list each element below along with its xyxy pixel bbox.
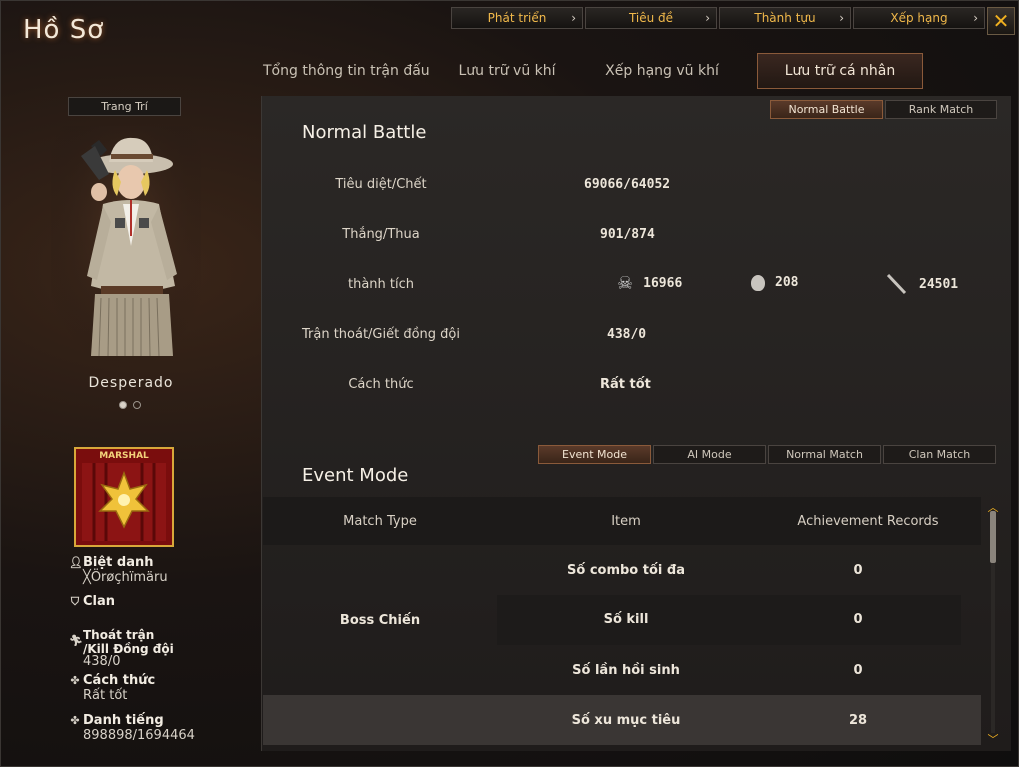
quit-label-line1: Thoát trận (83, 628, 155, 642)
knife-value: 24501 (919, 276, 959, 292)
reputation-label: Danh tiếng (83, 713, 164, 728)
tab-personal-archive[interactable]: Lưu trữ cá nhân (757, 53, 923, 89)
knife-stat: 24501 (885, 273, 958, 295)
chevron-down-icon[interactable]: ﹀ (987, 731, 999, 747)
grenade-value: 208 (775, 274, 799, 290)
table-row: Số combo tối đa 0 (263, 545, 981, 595)
nav-label: Phát triển (487, 11, 547, 25)
achievement-label: thành tích (347, 277, 414, 292)
scroll-thumb[interactable] (990, 511, 996, 563)
running-icon: 🏃︎ (69, 634, 83, 647)
match-type-cell: Boss Chiến (339, 612, 421, 628)
character-pager (119, 401, 141, 409)
nickname-label: Biệt danh (83, 555, 154, 570)
clan-match-button[interactable]: Clan Match (883, 445, 996, 464)
user-icon: 👤︎ (69, 556, 83, 569)
record-cell: 0 (853, 562, 863, 578)
tab-weapon-archive[interactable]: Lưu trữ vũ khí (447, 53, 567, 89)
pager-dot-active[interactable] (119, 401, 127, 409)
record-cell: 0 (853, 662, 863, 678)
column-achievement-records: Achievement Records (797, 513, 939, 529)
manner-stat-value: Rất tốt (600, 377, 651, 392)
item-cell: Số kill (497, 595, 755, 645)
reputation-value: 898898/1694464 (83, 728, 195, 743)
clover-icon: ✤ (70, 714, 80, 727)
main-tabs: Tổng thông tin trận đấu Lưu trữ vũ khí X… (257, 53, 923, 89)
event-mode-switch: Event Mode AI Mode Normal Match Clan Mat… (538, 445, 996, 464)
nav-development-button[interactable]: Phát triển › (451, 7, 583, 29)
profile-window: Hồ Sơ Phát triển › Tiêu đề › Thành tựu ›… (0, 0, 1019, 767)
normal-battle-button[interactable]: Normal Battle (770, 100, 883, 119)
rank-match-button[interactable]: Rank Match (885, 100, 997, 119)
manner-value: Rất tốt (83, 688, 128, 703)
quit-value: 438/0 (83, 654, 121, 669)
kd-value: 69066/64052 (584, 177, 671, 192)
manner-block: ✤ Cách thức Rất tốt (69, 673, 155, 703)
record-cell: 0 (755, 595, 961, 645)
tab-match-overview[interactable]: Tổng thông tin trận đấu (257, 53, 447, 89)
nav-achievement-button[interactable]: Thành tựu › (719, 7, 851, 29)
manner-label: Cách thức (83, 673, 156, 688)
wl-value: 901/874 (600, 227, 655, 242)
quit-teamkill-value: 438/0 (607, 327, 647, 342)
nickname-value: ╳Örøçhïmäru (83, 570, 168, 585)
star-rank-icon (82, 463, 166, 541)
character-name: Desperado (88, 375, 174, 391)
decor-button[interactable]: Trang Trí (68, 97, 181, 116)
item-cell: Số combo tối đa (567, 562, 685, 578)
close-button[interactable]: ✕ (987, 7, 1015, 35)
nav-title-button[interactable]: Tiêu đề › (585, 7, 717, 29)
shield-icon: ⛉ (70, 594, 80, 608)
quit-teamkill-label: Trận thoát/Giết đồng đội (301, 327, 460, 342)
window-title: Hồ Sơ (23, 15, 105, 45)
item-cell: Số xu mục tiêu (571, 712, 681, 728)
headshot-value: 16966 (643, 276, 683, 291)
event-mode-button[interactable]: Event Mode (538, 445, 651, 464)
grenade-stat: 208 (751, 273, 798, 291)
headshot-stat: ☠ 16966 (617, 273, 682, 294)
skull-icon: ☠ (617, 273, 634, 294)
chevron-right-icon: › (973, 11, 978, 25)
clan-label: Clan (83, 594, 116, 609)
nav-label: Tiêu đề (628, 11, 674, 25)
table-scrollbar[interactable]: ︿ ﹀ (987, 499, 999, 747)
chevron-right-icon: › (571, 11, 576, 25)
chevron-right-icon: › (839, 11, 844, 25)
normal-battle-title: Normal Battle (302, 122, 427, 143)
table-row: Số lần hồi sinh 0 (263, 645, 981, 695)
rank-badge: MARSHAL (74, 447, 174, 547)
reputation-block: ✤ Danh tiếng 898898/1694464 (69, 713, 195, 743)
record-cell: 28 (848, 712, 868, 728)
tab-weapon-ranking[interactable]: Xếp hạng vũ khí (567, 53, 757, 89)
battle-mode-switch: Normal Battle Rank Match (770, 100, 997, 119)
nav-label: Xếp hạng (890, 11, 948, 25)
ai-mode-button[interactable]: AI Mode (653, 445, 766, 464)
quit-block: 🏃︎ Thoát trận/Kill Đồng đội 438/0 (69, 628, 174, 668)
normal-match-button[interactable]: Normal Match (768, 445, 881, 464)
nickname-block: 👤︎ Biệt danh ╳Örøçhïmäru (69, 555, 168, 585)
chevron-right-icon: › (705, 11, 710, 25)
clan-block: ⛉ Clan (69, 594, 115, 609)
column-match-type: Match Type (343, 513, 417, 529)
table-row-highlighted[interactable]: Số xu mục tiêu 28 (263, 695, 981, 745)
event-table-header: Match Type Item Achievement Records (263, 497, 981, 545)
nav-label: Thành tựu (754, 11, 816, 25)
kd-label: Tiêu diệt/Chết (335, 177, 427, 192)
clover-icon: ✤ (70, 674, 80, 687)
column-item: Item (611, 513, 641, 529)
wl-label: Thắng/Thua (342, 227, 420, 242)
character-portrait (51, 126, 201, 371)
top-nav: Phát triển › Tiêu đề › Thành tựu › Xếp h… (451, 7, 985, 29)
grenade-icon (751, 275, 765, 291)
knife-icon (886, 273, 907, 295)
pager-dot[interactable] (133, 401, 141, 409)
table-row: Boss Chiến Số kill 0 (263, 595, 981, 645)
close-icon: ✕ (992, 9, 1010, 33)
nav-ranking-button[interactable]: Xếp hạng › (853, 7, 985, 29)
event-mode-title: Event Mode (302, 465, 409, 486)
item-cell: Số lần hồi sinh (572, 662, 680, 678)
manner-stat-label: Cách thức (348, 377, 414, 392)
